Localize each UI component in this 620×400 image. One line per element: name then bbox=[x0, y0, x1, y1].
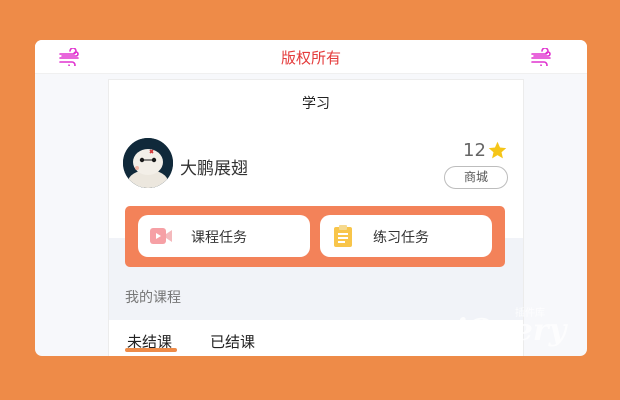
video-icon bbox=[150, 228, 172, 244]
username: 大鹏展翅 bbox=[180, 159, 248, 179]
jquery-watermark: jQuery 插件库 bbox=[453, 306, 569, 348]
tab-finished[interactable]: 已结课 bbox=[210, 331, 255, 352]
course-task-card[interactable]: 课程任务 bbox=[138, 215, 310, 257]
wind-icon[interactable] bbox=[530, 48, 554, 66]
star-icon bbox=[488, 141, 507, 159]
active-tab-indicator bbox=[125, 348, 177, 352]
page-header-title: 版权所有 bbox=[280, 49, 341, 67]
course-task-label: 课程任务 bbox=[191, 230, 247, 246]
top-bar: 版权所有 bbox=[35, 40, 587, 74]
page-title: 学习 bbox=[302, 96, 330, 112]
clipboard-icon bbox=[334, 225, 352, 247]
robot-avatar-icon bbox=[123, 138, 173, 188]
my-courses-heading: 我的课程 bbox=[125, 290, 181, 306]
watermark-text: jQuery bbox=[453, 313, 569, 348]
practice-task-card[interactable]: 练习任务 bbox=[320, 215, 492, 257]
task-band: 课程任务 练习任务 bbox=[125, 206, 505, 267]
watermark-sub: 插件库 bbox=[515, 306, 545, 319]
avatar[interactable] bbox=[123, 138, 173, 188]
mall-button[interactable]: 商城 bbox=[444, 166, 508, 189]
points-count: 12 bbox=[463, 140, 486, 161]
practice-task-label: 练习任务 bbox=[373, 230, 429, 246]
